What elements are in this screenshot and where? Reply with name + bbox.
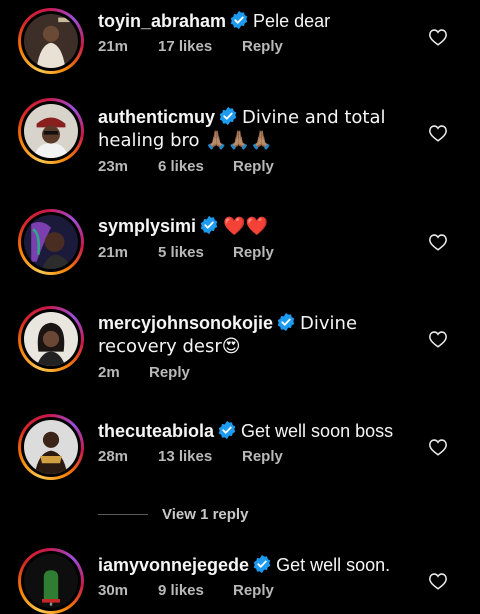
heart-outline-icon (429, 331, 447, 348)
like-count[interactable]: 6 likes (158, 158, 233, 175)
view-replies-button[interactable]: View 1 reply (98, 504, 248, 524)
heart-outline-icon (429, 29, 447, 46)
avatar[interactable] (18, 414, 84, 480)
replies-divider (98, 513, 148, 515)
verified-badge-icon (200, 215, 218, 235)
verified-badge-icon (277, 312, 295, 332)
verified-badge-icon (230, 10, 248, 30)
heart-outline-icon (429, 125, 447, 142)
reply-button[interactable]: Reply (242, 448, 283, 465)
like-count[interactable]: 5 likes (158, 244, 233, 261)
like-button[interactable] (428, 124, 448, 142)
username[interactable]: symplysimi (98, 216, 196, 236)
comment-text: iamyvonnejegede Get well soon. (98, 554, 408, 576)
comments-feed: toyin_abraham Pele dear 21m 17 likes Repl… (0, 0, 480, 614)
like-button[interactable] (428, 438, 448, 456)
verified-badge-icon (218, 420, 236, 440)
reply-button[interactable]: Reply (233, 582, 274, 599)
reply-button[interactable]: Reply (149, 364, 190, 381)
like-button[interactable] (428, 330, 448, 348)
comment-time: 30m (98, 582, 129, 599)
avatar[interactable] (18, 8, 84, 74)
username[interactable]: authenticmuy (98, 107, 215, 127)
svg-text:#: # (49, 602, 53, 608)
like-count[interactable]: 13 likes (158, 448, 242, 465)
verified-badge-icon (253, 554, 271, 574)
like-count[interactable]: 9 likes (158, 582, 233, 599)
comment-body: Pele dear (253, 11, 331, 31)
like-count[interactable]: 17 likes (158, 38, 242, 55)
heart-outline-icon (429, 439, 447, 456)
username[interactable]: thecuteabiola (98, 421, 214, 441)
comment-text: mercyjohnsonokojie Divine recovery desr😍 (98, 312, 408, 358)
comment-time: 28m (98, 448, 129, 465)
comment-body: Get well soon boss (241, 421, 394, 441)
avatar[interactable] (18, 98, 84, 164)
reply-button[interactable]: Reply (242, 38, 283, 55)
view-replies-label: View 1 reply (162, 505, 249, 523)
avatar[interactable] (18, 306, 84, 372)
username[interactable]: iamyvonnejegede (98, 555, 249, 575)
username[interactable]: mercyjohnsonokojie (98, 313, 273, 333)
reply-button[interactable]: Reply (233, 244, 274, 261)
comment-time: 2m (98, 364, 120, 381)
heart-outline-icon (429, 234, 447, 251)
like-button[interactable] (428, 572, 448, 590)
like-button[interactable] (428, 28, 448, 46)
verified-badge-icon (219, 106, 237, 126)
username[interactable]: toyin_abraham (98, 11, 226, 31)
comment-time: 21m (98, 244, 129, 261)
comment-body: Get well soon. (276, 555, 391, 575)
avatar[interactable]: # (18, 548, 84, 614)
comment-text: authenticmuy Divine and total healing bro… (98, 106, 408, 152)
heart-outline-icon (429, 573, 447, 590)
comment-body: ❤️❤️ (223, 216, 268, 237)
comment-time: 23m (98, 158, 129, 175)
reply-button[interactable]: Reply (233, 158, 274, 175)
comment-text: symplysimi ❤️❤️ (98, 215, 408, 238)
comment-text: thecuteabiola Get well soon boss (98, 420, 408, 442)
comment-time: 21m (98, 38, 129, 55)
comment-text: toyin_abraham Pele dear (98, 10, 408, 32)
avatar[interactable] (18, 209, 84, 275)
like-button[interactable] (428, 233, 448, 251)
